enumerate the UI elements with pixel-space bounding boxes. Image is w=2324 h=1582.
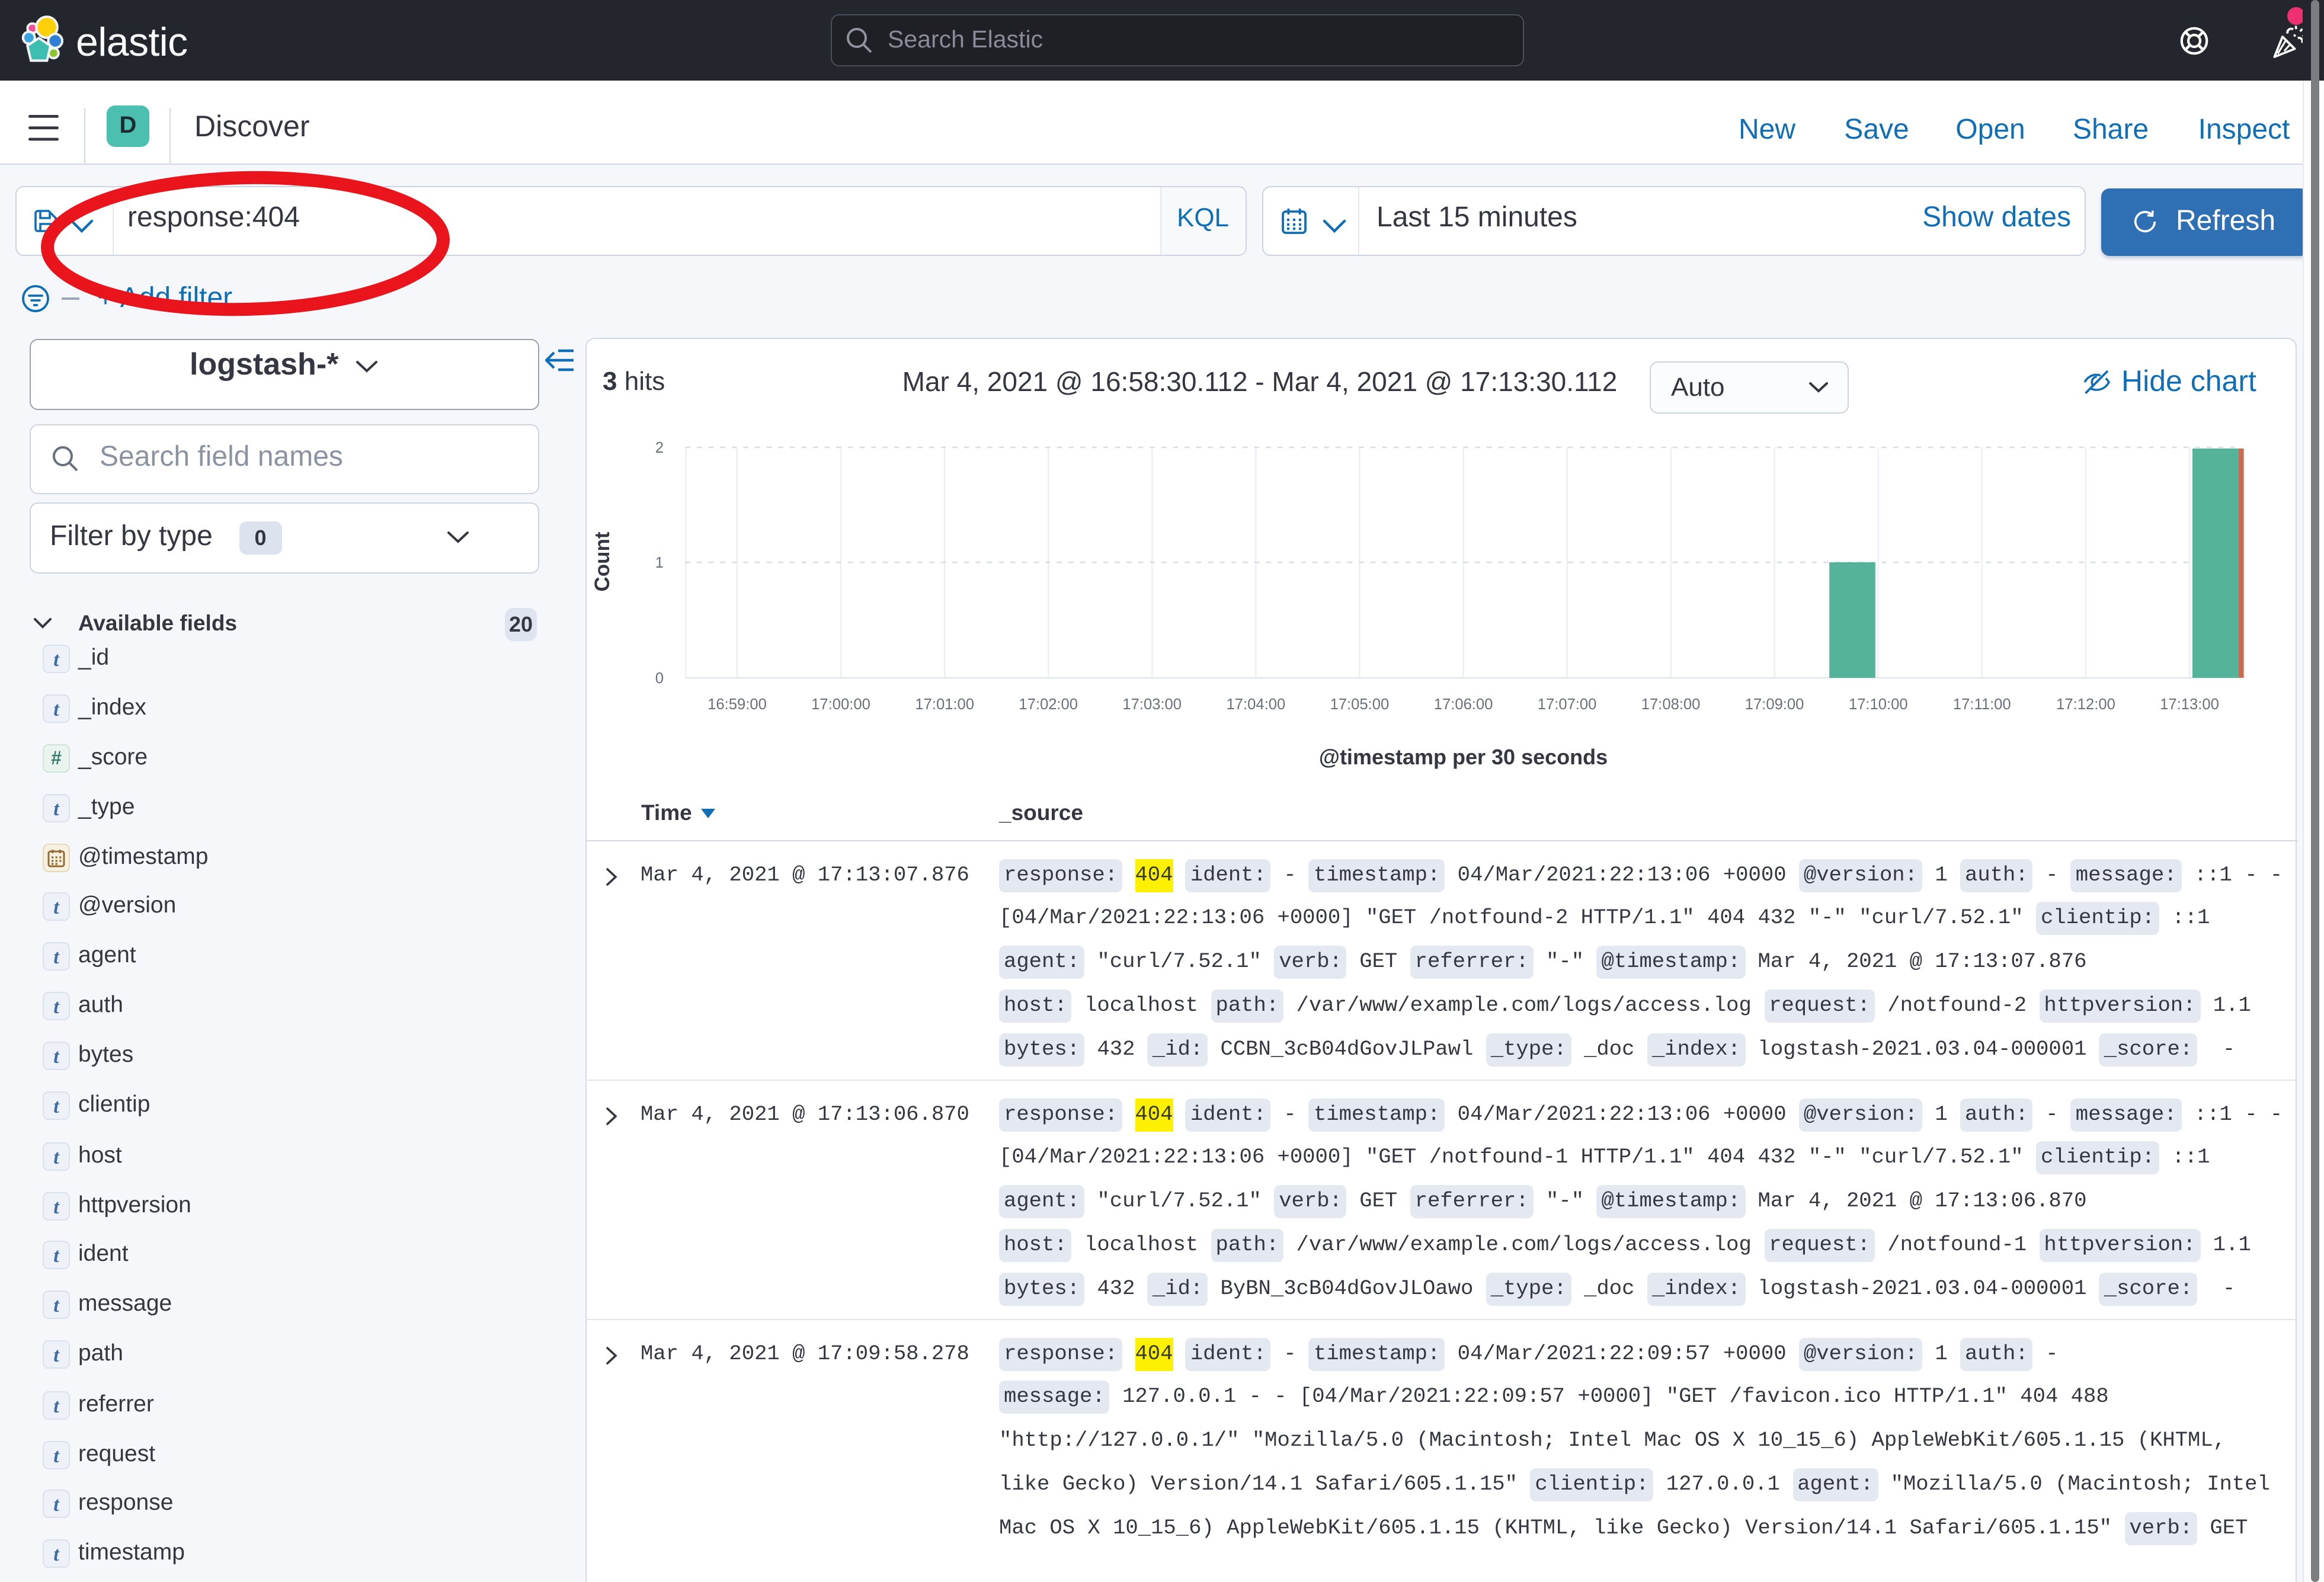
svg-text:17:12:00: 17:12:00 [2056, 696, 2115, 713]
svg-text:17:03:00: 17:03:00 [1122, 696, 1182, 713]
svg-text:17:09:00: 17:09:00 [1745, 696, 1804, 713]
svg-text:17:00:00: 17:00:00 [811, 696, 870, 713]
svg-text:16:59:00: 16:59:00 [708, 696, 767, 713]
svg-text:17:06:00: 17:06:00 [1434, 696, 1493, 713]
svg-text:1: 1 [655, 555, 664, 571]
svg-text:17:01:00: 17:01:00 [915, 696, 974, 713]
svg-text:17:13:00: 17:13:00 [2160, 696, 2219, 713]
svg-text:17:08:00: 17:08:00 [1641, 696, 1701, 713]
svg-text:17:04:00: 17:04:00 [1227, 696, 1286, 713]
svg-text:Count: Count [591, 531, 614, 591]
svg-text:@timestamp per 30 seconds: @timestamp per 30 seconds [1319, 745, 1608, 769]
svg-text:17:02:00: 17:02:00 [1019, 696, 1078, 713]
svg-text:17:11:00: 17:11:00 [1953, 696, 2011, 713]
svg-text:17:05:00: 17:05:00 [1330, 696, 1390, 713]
svg-text:17:10:00: 17:10:00 [1849, 696, 1908, 713]
svg-text:17:07:00: 17:07:00 [1538, 696, 1597, 713]
svg-text:0: 0 [655, 670, 664, 687]
